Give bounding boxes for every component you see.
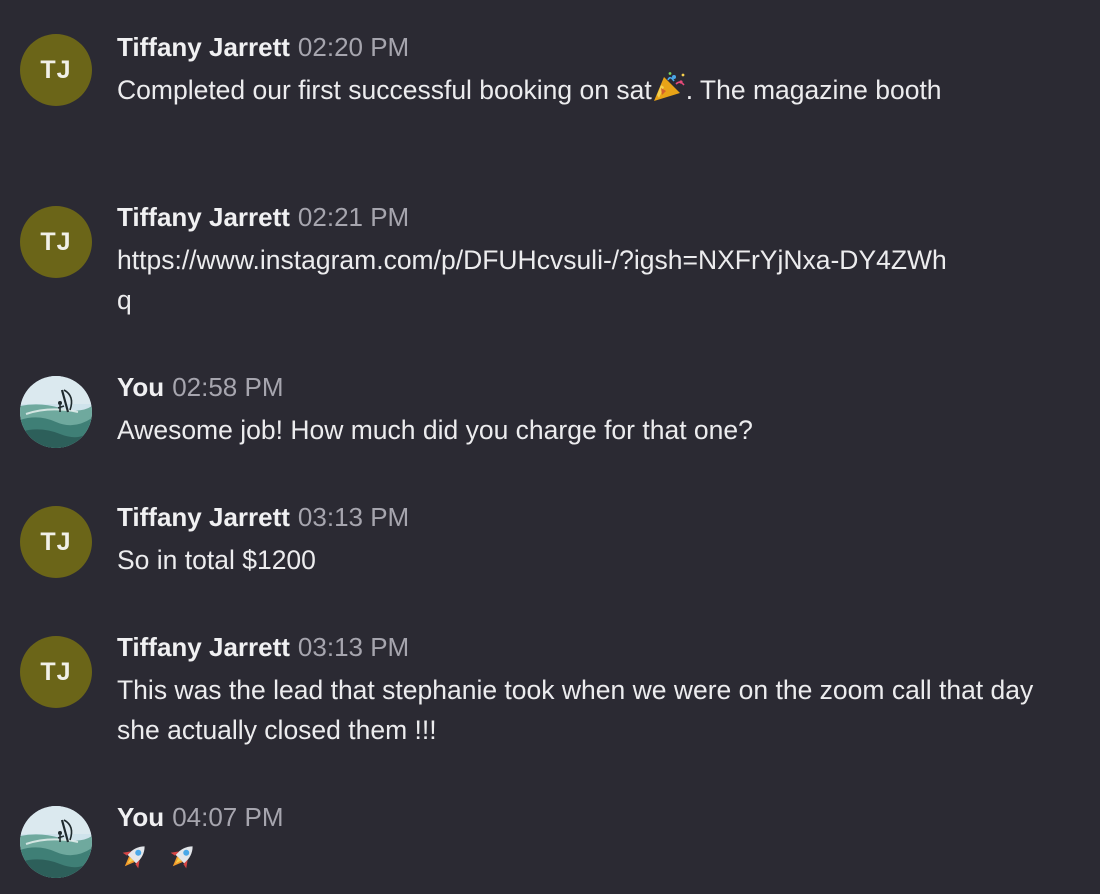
message-header: Tiffany Jarrett 02:20 PM [117, 32, 409, 62]
message-header: You 02:58 PM [117, 372, 283, 402]
message-text: This was the lead that stephanie took wh… [117, 670, 1077, 750]
avatar-initials: TJ [40, 527, 72, 556]
windsurfer-photo-avatar [20, 806, 92, 878]
author-name[interactable]: Tiffany Jarrett [117, 502, 290, 532]
timestamp: 03:13 PM [297, 502, 410, 532]
author-name[interactable]: Tiffany Jarrett [117, 32, 290, 62]
message-text: So in total $1200 [117, 540, 1057, 580]
avatar[interactable]: TJ [20, 636, 92, 708]
message-header: Tiffany Jarrett 03:13 PM [117, 502, 409, 532]
author-name[interactable]: Tiffany Jarrett [117, 202, 290, 232]
avatar-initials: TJ [40, 657, 72, 686]
avatar-initials: TJ [40, 227, 72, 256]
timestamp: 02:58 PM [172, 372, 284, 402]
message-header: You 04:07 PM [117, 802, 283, 832]
message-text-content: Awesome job! How much did you charge for… [117, 415, 753, 445]
message-text: Awesome job! How much did you charge for… [117, 410, 1057, 450]
timestamp: 04:07 PM [172, 802, 284, 832]
message-link[interactable]: https://www.instagram.com/p/DFUHcvsuli-/… [117, 245, 947, 315]
avatar[interactable] [20, 376, 92, 448]
message-text-before: Completed our first successful booking o… [117, 75, 652, 105]
message-text-after: . The magazine booth [685, 75, 942, 105]
avatar-initials: TJ [40, 55, 72, 84]
avatar[interactable]: TJ [20, 506, 92, 578]
message-header: Tiffany Jarrett 02:21 PM [117, 202, 409, 232]
message-text [117, 840, 1057, 881]
author-name[interactable]: Tiffany Jarrett [117, 632, 290, 662]
avatar[interactable]: TJ [20, 34, 92, 106]
timestamp: 02:21 PM [297, 202, 410, 232]
avatar[interactable] [20, 806, 92, 878]
avatar[interactable]: TJ [20, 206, 92, 278]
author-name[interactable]: You [117, 802, 164, 832]
timestamp: 02:20 PM [297, 32, 410, 62]
message-text-content: So in total $1200 [117, 545, 316, 575]
author-name[interactable]: You [117, 372, 164, 402]
message-text: Completed our first successful booking o… [117, 70, 997, 110]
message-feed: TJ Tiffany Jarrett 02:20 PM Completed our… [0, 0, 1100, 894]
rocket-icon [165, 840, 199, 874]
message-header: Tiffany Jarrett 03:13 PM [117, 632, 409, 662]
rocket-icon [117, 840, 151, 874]
message-text-content: This was the lead that stephanie took wh… [117, 675, 1034, 745]
message-text[interactable]: https://www.instagram.com/p/DFUHcvsuli-/… [117, 240, 957, 320]
party-popper-icon [652, 71, 686, 103]
timestamp: 03:13 PM [297, 632, 410, 662]
windsurfer-photo-avatar [20, 376, 92, 448]
